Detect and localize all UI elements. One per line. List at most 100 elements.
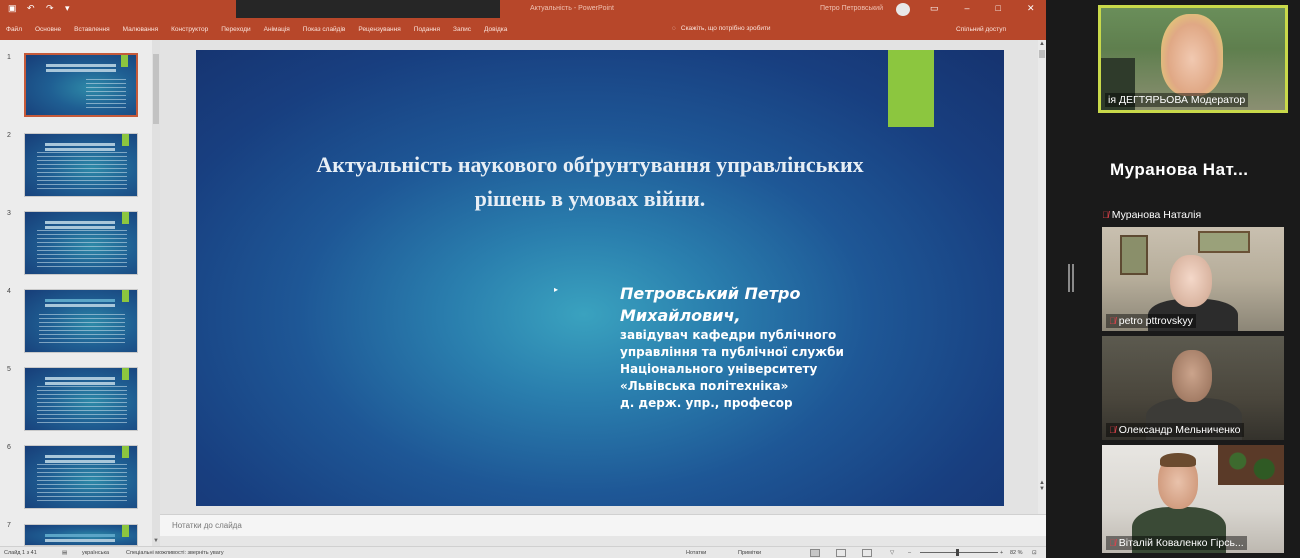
zoom-slider-knob[interactable]: [956, 549, 959, 556]
status-bar: Слайд 1 з 41 ▤ українська Спеціальні мож…: [0, 546, 1046, 558]
reading-view-button[interactable]: [862, 549, 872, 557]
background-plant: [1218, 445, 1284, 485]
participant-display-name: Муранова Нат...: [1110, 160, 1249, 179]
notes-toggle[interactable]: Нотатки: [686, 550, 706, 556]
tab-design[interactable]: Конструктор: [171, 26, 208, 33]
participant-tile-no-video[interactable]: Муранова Нат... 🎙̸ Муранова Наталія: [1098, 120, 1288, 223]
ribbon-tabs: Файл Основне Вставлення Малювання Констр…: [0, 20, 1046, 40]
slideshow-view-icon[interactable]: ▽: [890, 550, 894, 556]
zoom-in-icon[interactable]: +: [1000, 550, 1003, 556]
tab-insert[interactable]: Вставлення: [74, 26, 110, 33]
tab-file[interactable]: Файл: [6, 26, 22, 33]
occluding-bar: [236, 0, 500, 18]
language-indicator[interactable]: українська: [82, 550, 109, 556]
splitter-grip-icon[interactable]: [1068, 264, 1074, 292]
tab-record[interactable]: Запис: [453, 26, 471, 33]
lightbulb-icon: ◌: [672, 25, 676, 32]
participant-video: [1161, 14, 1223, 96]
document-title: Актуальність - PowerPoint: [530, 5, 614, 12]
author-university: Національного університету: [620, 362, 818, 376]
thumbnail-number: 5: [7, 366, 11, 373]
author-block[interactable]: Петровський Петро Михайлович, завідувач …: [620, 283, 920, 412]
tab-review[interactable]: Рецензування: [358, 26, 400, 33]
slide-thumbnail-1[interactable]: [24, 53, 138, 117]
thumbnail-number: 1: [7, 54, 11, 61]
spellcheck-icon[interactable]: ▤: [62, 550, 67, 556]
current-slide[interactable]: Актуальність наукового обґрунтування упр…: [196, 50, 1004, 506]
mouse-cursor-icon: ▸: [554, 285, 559, 294]
background-picture: [1198, 231, 1250, 253]
participant-label: 🎙̸ Муранова Наталія: [1102, 209, 1201, 221]
account-avatar[interactable]: [896, 3, 910, 16]
comments-toggle[interactable]: Примітки: [738, 550, 761, 556]
thumbnail-number: 3: [7, 210, 11, 217]
zoom-out-icon[interactable]: –: [908, 550, 911, 556]
panel-splitter[interactable]: [1046, 0, 1098, 558]
mic-muted-icon: 🎙̸: [1102, 210, 1109, 220]
participant-tile[interactable]: 🎙̸ Віталій Коваленко Гірсь...: [1102, 445, 1284, 553]
thumbnail-number: 7: [7, 522, 11, 529]
fit-to-window-icon[interactable]: ⊡: [1032, 550, 1037, 556]
author-department: управління та публічної служби: [620, 345, 844, 359]
accessibility-checker[interactable]: Спеціальні можливості: зверніть увагу: [126, 550, 224, 556]
tab-view[interactable]: Подання: [414, 26, 440, 33]
slide-thumbnail-2[interactable]: [24, 133, 138, 197]
participant-name: Віталій Коваленко Гірсь...: [1118, 537, 1244, 549]
tell-me-search[interactable]: ◌ Скажіть, що потрібно зробити: [672, 25, 771, 32]
share-button[interactable]: Спільний доступ: [956, 26, 1006, 33]
tab-help[interactable]: Довідка: [484, 26, 507, 33]
customize-qat-icon[interactable]: ▾: [65, 3, 75, 13]
scroll-down-icon[interactable]: ▼: [153, 538, 159, 544]
scrollbar-handle[interactable]: [1039, 50, 1045, 58]
powerpoint-window: ▣ ↶ ↷ ▾ Актуальність - PowerPoint Петро …: [0, 0, 1046, 558]
tab-animations[interactable]: Анімація: [264, 26, 290, 33]
account-name[interactable]: Петро Петровський: [820, 5, 883, 12]
slide-scrollbar[interactable]: ▲ ▲ ▼: [1038, 40, 1046, 514]
maximize-icon[interactable]: □: [996, 3, 1001, 14]
participant-tile[interactable]: 🎙̸ Олександр Мельниченко: [1102, 336, 1284, 440]
notes-pane[interactable]: Нотатки до слайда: [160, 514, 1046, 536]
tab-home[interactable]: Основне: [35, 26, 61, 33]
scroll-up-icon[interactable]: ▲: [1039, 41, 1045, 47]
participant-video: [1172, 350, 1212, 402]
save-icon[interactable]: ▣: [8, 3, 18, 13]
participant-tile[interactable]: ія ДЕГТЯРЬОВА Модератор: [1098, 5, 1288, 113]
notes-placeholder: Нотатки до слайда: [172, 521, 242, 530]
author-position: завідувач кафедри публічного: [620, 328, 837, 342]
participant-video: [1160, 453, 1196, 467]
tab-list: Файл Основне Вставлення Малювання Констр…: [6, 26, 507, 33]
participant-name: petro pttrovskyy: [1118, 315, 1193, 327]
slide-thumbnail-7[interactable]: [24, 524, 138, 546]
mic-muted-icon: 🎙̸: [1109, 538, 1116, 548]
slide-thumbnail-6[interactable]: [24, 445, 138, 509]
title-bar: ▣ ↶ ↷ ▾ Актуальність - PowerPoint Петро …: [0, 0, 1046, 20]
slide-editing-area: Актуальність наукового обґрунтування упр…: [160, 40, 1046, 514]
screen: ▣ ↶ ↷ ▾ Актуальність - PowerPoint Петро …: [0, 0, 1300, 558]
thumbnail-number: 6: [7, 444, 11, 451]
tab-draw[interactable]: Малювання: [123, 26, 158, 33]
zoom-slider[interactable]: [920, 549, 998, 556]
slide-thumbnail-5[interactable]: [24, 367, 138, 431]
slide-thumbnail-4[interactable]: [24, 289, 138, 353]
ribbon-display-options-icon[interactable]: ▭: [930, 3, 939, 14]
participant-name: Муранова Наталія: [1111, 209, 1202, 221]
zoom-level[interactable]: 82 %: [1010, 550, 1023, 556]
slide-nav-icons[interactable]: ▲ ▼: [1039, 480, 1045, 492]
green-accent-block: [888, 50, 934, 127]
slide-title[interactable]: Актуальність наукового обґрунтування упр…: [296, 148, 884, 216]
close-icon[interactable]: ✕: [1027, 3, 1035, 14]
thumbnails-scrollbar[interactable]: ▼: [152, 40, 160, 546]
tab-slideshow[interactable]: Показ слайдів: [303, 26, 346, 33]
normal-view-button[interactable]: [810, 549, 820, 557]
undo-icon[interactable]: ↶: [27, 3, 37, 13]
author-university-name: «Львівська політехніка»: [620, 379, 789, 393]
mic-muted-icon: 🎙̸: [1109, 425, 1116, 435]
participant-label: 🎙̸ Олександр Мельниченко: [1106, 423, 1244, 437]
participant-tile[interactable]: 🎙̸ petro pttrovskyy: [1102, 227, 1284, 331]
minimize-icon[interactable]: –: [965, 3, 970, 14]
redo-icon[interactable]: ↷: [46, 3, 56, 13]
scrollbar-handle[interactable]: [153, 54, 159, 124]
slide-thumbnail-3[interactable]: [24, 211, 138, 275]
tab-transitions[interactable]: Переходи: [221, 26, 250, 33]
slide-sorter-view-button[interactable]: [836, 549, 846, 557]
